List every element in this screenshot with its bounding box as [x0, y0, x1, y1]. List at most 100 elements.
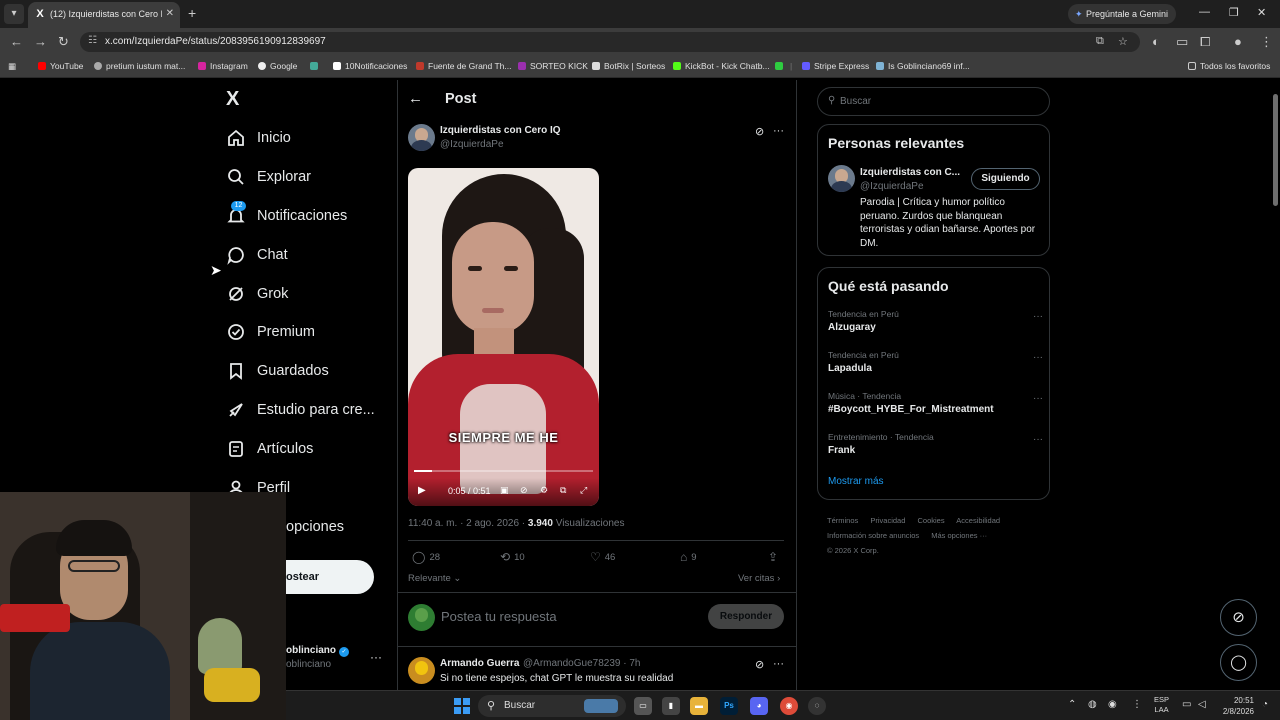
discord-icon[interactable]: ◕ — [750, 697, 768, 715]
all-bookmarks-folder[interactable]: Todos los favoritos — [1188, 61, 1270, 71]
site-info-icon[interactable]: ☷ — [88, 35, 97, 46]
bookmark-sorteo-kick[interactable]: SORTEO KICK — [518, 61, 588, 71]
back-arrow-icon[interactable]: ← — [408, 90, 423, 107]
post-button[interactable]: ostear — [286, 560, 374, 594]
like-action[interactable]: ♡ 46 — [590, 550, 615, 564]
footer-link[interactable]: Accesibilidad — [956, 516, 1000, 525]
browser-menu-icon[interactable]: ⋮ — [1260, 34, 1273, 50]
video-player[interactable]: SIEMPRE ME HE ▶ 0:05 / 0:51 ▣ ⊘ ⚙ ⧉ ⤢ — [408, 168, 599, 506]
tray-overflow-icon[interactable]: ⌃ — [1068, 699, 1076, 710]
photoshop-icon[interactable]: Ps — [720, 697, 738, 715]
bookmark-extra-icon[interactable] — [310, 61, 322, 71]
mute-icon[interactable]: ⊘ — [520, 485, 528, 496]
notifications-icon[interactable]: ◔ — [1262, 699, 1268, 710]
bookmark-green-icon[interactable] — [775, 61, 787, 71]
page-scrollbar[interactable] — [1270, 82, 1280, 690]
more-icon[interactable]: ··· — [773, 658, 784, 670]
bookmark-fuente-gta[interactable]: Fuente de Grand Th... — [416, 61, 511, 71]
network-icon[interactable]: ▭ — [1182, 699, 1191, 710]
bookmark-pretium[interactable]: pretium iustum mat... — [94, 61, 185, 71]
account-name[interactable]: oblinciano ✓ — [286, 645, 349, 657]
bookmark-google[interactable]: Google — [258, 61, 297, 71]
author-name[interactable]: Izquierdistas con Cero IQ — [440, 125, 561, 136]
tray-app-icon-2[interactable]: ◉ — [1108, 699, 1117, 710]
pip-icon[interactable]: ⧉ — [560, 485, 566, 496]
repost-action[interactable]: ⟲ 10 — [500, 550, 525, 564]
trend-item[interactable]: Entretenimiento · Tendencia Frank ··· — [828, 432, 1043, 464]
grok-icon[interactable]: ⊘ — [755, 125, 764, 138]
extension-icon[interactable]: ◐ — [1152, 34, 1160, 49]
bookmark-10notificaciones[interactable]: 10Notificaciones — [333, 61, 407, 71]
windows-start-icon[interactable] — [454, 698, 470, 714]
footer-link[interactable]: Más opciones ··· — [931, 531, 987, 540]
browser-tab[interactable]: X (12) Izquierdistas con Cero IQ e ✕ — [28, 2, 180, 28]
footer-link[interactable]: Términos — [827, 516, 858, 525]
fullscreen-icon[interactable]: ⤢ — [580, 485, 587, 496]
comment-author-name[interactable]: Armando Guerra — [440, 658, 519, 669]
reload-icon[interactable]: ↻ — [58, 34, 69, 50]
bookmark-goblinciano[interactable]: Is Goblinciano69 inf... — [876, 61, 970, 71]
author-handle[interactable]: @IzquierdaPe — [440, 139, 504, 150]
footer-link[interactable]: Privacidad — [870, 516, 905, 525]
extensions-puzzle-icon[interactable]: ⧠ — [1200, 34, 1210, 50]
video-progress-bar[interactable] — [414, 470, 593, 472]
settings-gear-icon[interactable]: ⚙ — [540, 485, 548, 496]
profile-avatar-icon[interactable]: ● — [1234, 34, 1242, 49]
captions-icon[interactable]: ▣ — [500, 485, 509, 496]
back-icon[interactable]: ← — [10, 34, 23, 49]
reply-action[interactable]: ◯ 28 — [412, 550, 440, 564]
url-field[interactable]: ☷ x.com/IzquierdaPe/status/2083956190912… — [80, 32, 1140, 52]
file-explorer-icon[interactable]: ▬ — [690, 697, 708, 715]
tab-close-icon[interactable]: ✕ — [166, 8, 174, 19]
extension-icon-2[interactable]: ▭ — [1176, 34, 1188, 50]
search-box[interactable]: ⚲ Buscar — [817, 87, 1050, 116]
bookmark-star-icon[interactable]: ☆ — [1118, 35, 1128, 48]
relevant-avatar[interactable] — [828, 165, 855, 192]
chrome-icon[interactable]: ◉ — [780, 697, 798, 715]
bookmark-kickbot[interactable]: KickBot - Kick Chatb... — [673, 61, 770, 71]
reply-input[interactable]: Postea tu respuesta — [441, 609, 557, 624]
apps-grid-icon[interactable]: ▦ — [8, 61, 16, 72]
microphone-icon[interactable]: ⋮ — [1132, 699, 1142, 710]
tab-search-menu-icon[interactable]: ▾ — [4, 4, 24, 24]
task-view-icon[interactable]: ▭ — [634, 697, 652, 715]
bookmark-stripe[interactable]: Stripe Express — [802, 61, 869, 71]
author-avatar[interactable] — [408, 124, 435, 151]
install-app-icon[interactable]: ⧉ — [1096, 35, 1104, 48]
volume-icon[interactable]: ◁ — [1198, 699, 1206, 710]
close-window-icon[interactable]: ✕ — [1257, 6, 1266, 19]
play-icon[interactable]: ▶ — [418, 485, 426, 496]
gemini-button[interactable]: ✦ Pregúntale a Gemini — [1068, 4, 1176, 24]
grok-icon[interactable]: ⊘ — [755, 658, 764, 671]
account-more-icon[interactable]: ··· — [370, 650, 382, 664]
clock[interactable]: 20:51 2/8/2026 — [1214, 695, 1254, 717]
comment-avatar[interactable] — [408, 657, 435, 684]
share-action[interactable]: ⇪ — [768, 550, 782, 564]
app-icon-red[interactable]: ◌ — [808, 697, 826, 715]
comment-author-handle[interactable]: @ArmandoGue78239 · 7h — [523, 658, 640, 669]
language-indicator[interactable]: ESP LAA — [1154, 695, 1169, 715]
trend-item[interactable]: Música · Tendencia #Boycott_HYBE_For_Mist… — [828, 391, 1043, 423]
trend-item[interactable]: Tendencia en Perú Alzugaray ··· — [828, 309, 1043, 341]
sort-dropdown[interactable]: Relevante ⌄ — [408, 573, 461, 584]
view-quotes-link[interactable]: Ver citas › — [738, 573, 780, 584]
tray-app-icon[interactable]: ◍ — [1088, 699, 1097, 710]
scrollbar-thumb[interactable] — [1273, 94, 1278, 206]
show-more-link[interactable]: Mostrar más — [828, 476, 884, 487]
bookmark-instagram[interactable]: Instagram — [198, 61, 248, 71]
restore-icon[interactable]: ❐ — [1229, 6, 1239, 19]
bookmark-action[interactable]: ⌂ 9 — [680, 550, 697, 564]
footer-link[interactable]: Cookies — [917, 516, 944, 525]
x-logo[interactable]: X — [226, 88, 239, 111]
forward-icon[interactable]: → — [34, 34, 47, 49]
grok-floating-button[interactable]: ⊘ — [1220, 599, 1257, 636]
reply-button[interactable]: Responder — [708, 604, 784, 629]
following-button[interactable]: Siguiendo — [971, 168, 1040, 190]
bookmark-botrix[interactable]: BotRix | Sorteos — [592, 61, 665, 71]
new-tab-button[interactable]: + — [188, 5, 196, 21]
footer-link[interactable]: Información sobre anuncios — [827, 531, 919, 540]
bookmark-youtube[interactable]: YouTube — [38, 61, 83, 71]
app-icon[interactable]: ▮ — [662, 697, 680, 715]
minimize-icon[interactable]: — — [1199, 6, 1210, 18]
relevant-name[interactable]: Izquierdistas con C... — [860, 167, 960, 178]
